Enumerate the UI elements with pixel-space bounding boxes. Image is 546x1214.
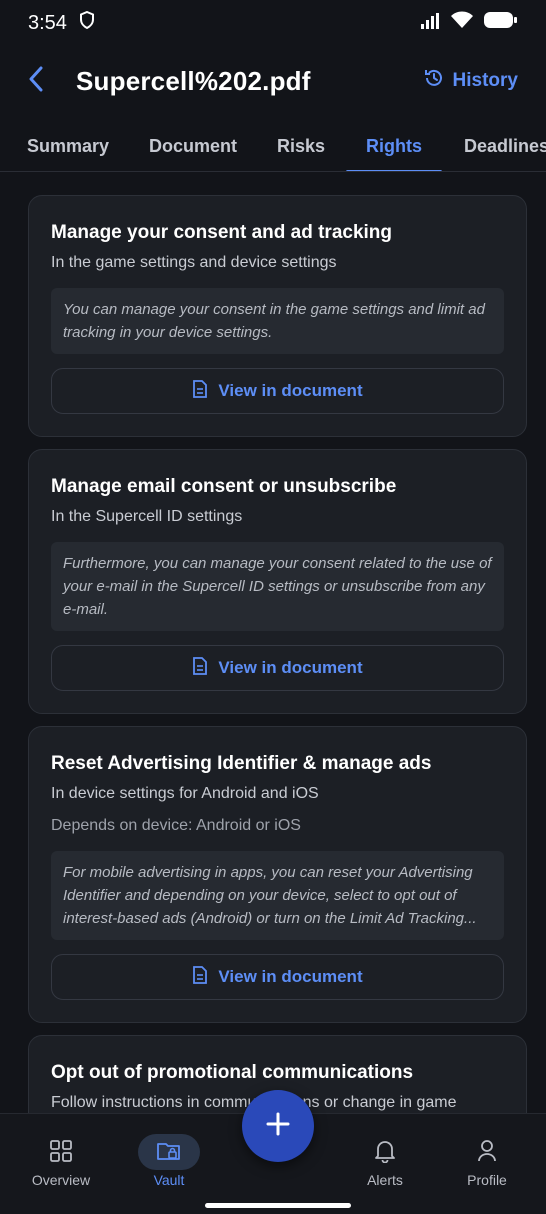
document-quote: For mobile advertising in apps, you can … <box>51 851 504 940</box>
rights-list: Manage your consent and ad tracking In t… <box>0 173 546 1113</box>
right-card: Reset Advertising Identifier & manage ad… <box>28 726 527 1023</box>
history-icon <box>423 67 445 95</box>
card-note: Depends on device: Android or iOS <box>51 817 301 834</box>
view-in-document-button[interactable]: View in document <box>51 954 504 1000</box>
tab-bar: Summary Document Risks Rights Deadlines <box>0 120 546 172</box>
back-button[interactable] <box>28 61 60 101</box>
card-title: Opt out of promotional communications <box>51 1062 414 1083</box>
wifi-icon <box>450 11 474 35</box>
tab-risks[interactable]: Risks <box>276 120 326 171</box>
document-quote: Furthermore, you can manage your consent… <box>51 542 504 631</box>
document-icon <box>192 965 208 989</box>
history-button[interactable]: History <box>423 67 518 95</box>
view-in-document-button[interactable]: View in document <box>51 645 504 691</box>
add-button[interactable] <box>242 1090 314 1162</box>
nav-label: Vault <box>153 1172 185 1188</box>
card-subtitle: In the Supercell ID settings <box>51 508 243 525</box>
nav-vault[interactable]: Vault <box>124 1132 214 1188</box>
person-icon <box>477 1139 497 1166</box>
tab-deadlines[interactable]: Deadlines <box>464 120 546 171</box>
nav-label: Alerts <box>367 1172 403 1188</box>
right-card: Manage your consent and ad tracking In t… <box>28 195 527 437</box>
app-header: Supercell%202.pdf History <box>0 46 546 116</box>
tab-document[interactable]: Document <box>148 120 238 171</box>
page-title: Supercell%202.pdf <box>76 65 311 96</box>
card-subtitle: In the game settings and device settings <box>51 254 337 271</box>
nav-alerts[interactable]: Alerts <box>340 1132 430 1188</box>
status-bar: 3:54 <box>0 0 546 46</box>
card-title: Reset Advertising Identifier & manage ad… <box>51 753 432 774</box>
view-in-document-label: View in document <box>218 381 363 400</box>
document-icon <box>192 379 208 403</box>
card-subtitle: In device settings for Android and iOS <box>51 785 319 802</box>
plus-icon <box>265 1111 291 1142</box>
bell-icon <box>375 1139 395 1166</box>
nav-label: Overview <box>31 1172 91 1188</box>
grid-icon <box>50 1139 72 1165</box>
nav-overview[interactable]: Overview <box>16 1132 106 1188</box>
nav-profile[interactable]: Profile <box>442 1132 532 1188</box>
home-indicator[interactable] <box>205 1203 351 1208</box>
card-title: Manage your consent and ad tracking <box>51 222 393 243</box>
document-quote: You can manage your consent in the game … <box>51 288 504 354</box>
document-icon <box>192 656 208 680</box>
view-in-document-button[interactable]: View in document <box>51 368 504 414</box>
tab-summary[interactable]: Summary <box>27 120 109 171</box>
view-in-document-label: View in document <box>218 967 363 986</box>
card-title: Manage email consent or unsubscribe <box>51 476 397 497</box>
shield-icon <box>79 10 95 35</box>
nav-label: Profile <box>467 1172 507 1188</box>
right-card: Manage email consent or unsubscribe In t… <box>28 449 527 714</box>
status-time: 3:54 <box>28 11 67 34</box>
folder-lock-icon <box>156 1140 182 1165</box>
view-in-document-label: View in document <box>218 658 363 677</box>
tab-rights[interactable]: Rights <box>346 120 442 171</box>
signal-icon <box>420 12 440 35</box>
chevron-left-icon <box>28 66 44 97</box>
history-label: History <box>452 70 518 91</box>
battery-icon <box>484 11 518 35</box>
